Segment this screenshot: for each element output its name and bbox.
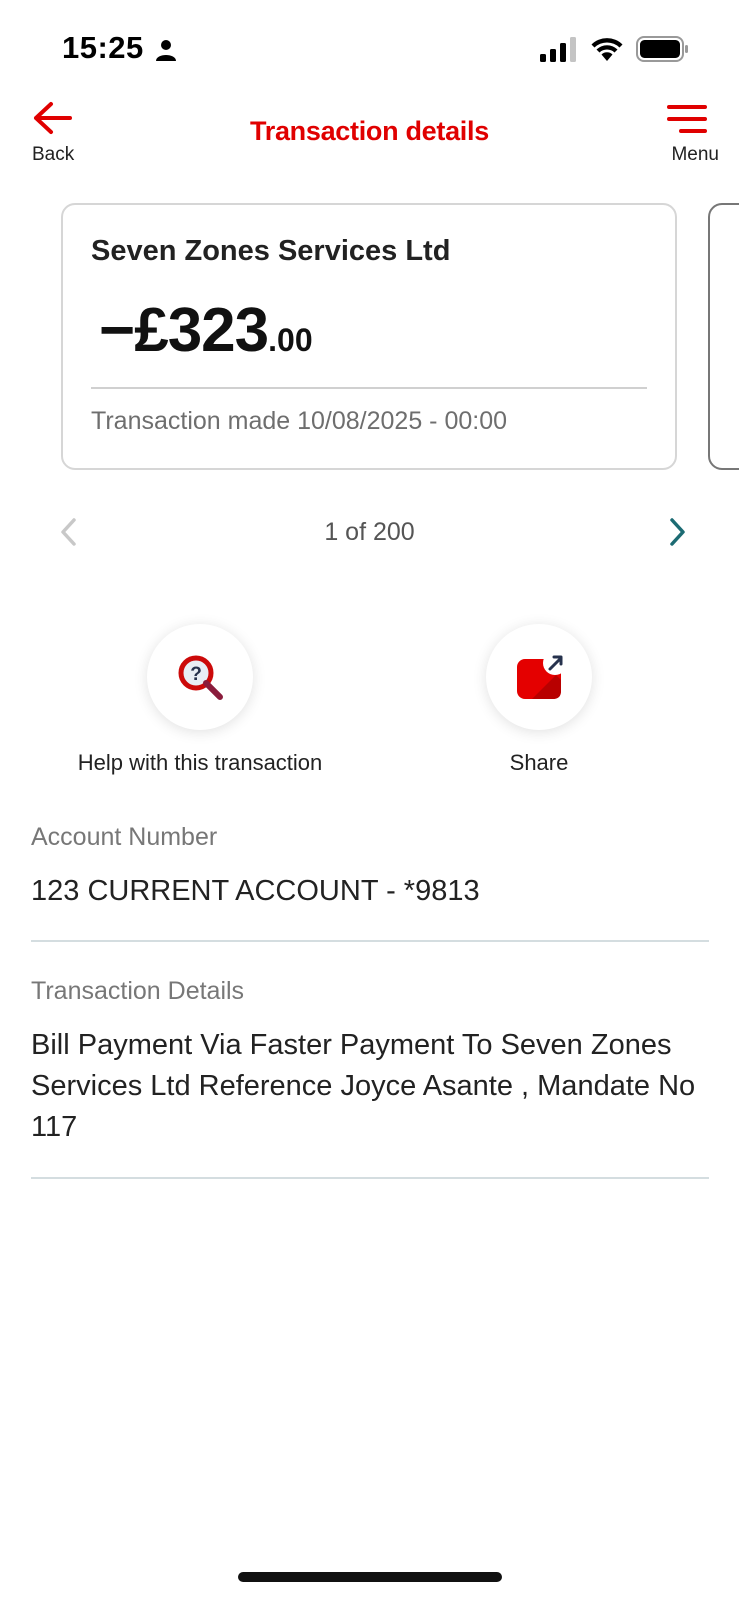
cellular-signal-icon — [540, 37, 576, 62]
menu-label: Menu — [671, 144, 719, 165]
help-button[interactable]: ? — [147, 624, 253, 730]
hamburger-menu-icon — [667, 105, 707, 133]
help-label: Help with this transaction — [77, 750, 323, 775]
battery-icon — [636, 36, 688, 62]
transaction-amount: −£323.00 — [99, 295, 313, 366]
next-transaction-card[interactable] — [708, 203, 739, 470]
card-divider — [91, 387, 647, 389]
transaction-details-value: Bill Payment Via Faster Payment To Seven… — [31, 1029, 696, 1143]
share-label: Share — [509, 750, 569, 775]
header: Back Transaction details Menu — [0, 96, 739, 196]
status-bar: 15:25 — [0, 0, 739, 96]
merchant-name: Seven Zones Services Ltd — [91, 235, 451, 267]
home-indicator[interactable] — [238, 1572, 502, 1582]
transaction-details-divider — [31, 1177, 709, 1179]
transaction-card[interactable]: Seven Zones Services Ltd −£323.00 Transa… — [61, 203, 677, 470]
screen: 15:25 Back Transaction details Menu Seve… — [0, 0, 739, 1600]
page-title: Transaction details — [250, 116, 489, 146]
back-label: Back — [32, 144, 75, 165]
share-icon — [517, 652, 564, 699]
magnifier-question-icon: ? — [178, 655, 223, 700]
amount-main: −£323 — [99, 296, 269, 365]
svg-text:?: ? — [190, 664, 202, 685]
pager-position: 1 of 200 — [324, 518, 415, 546]
menu-button[interactable]: Menu — [649, 96, 719, 176]
person-icon — [156, 40, 176, 61]
status-time: 15:25 — [62, 30, 144, 65]
amount-pence: .00 — [268, 322, 313, 358]
transaction-date: Transaction made 10/08/2025 - 00:00 — [91, 407, 508, 435]
account-number-value: 123 CURRENT ACCOUNT - *9813 — [31, 875, 480, 907]
account-divider — [31, 940, 709, 942]
account-number-label: Account Number — [31, 823, 218, 851]
chevron-right-icon[interactable] — [658, 514, 694, 550]
transaction-details-label: Transaction Details — [31, 977, 245, 1005]
transaction-pager: 1 of 200 — [0, 508, 739, 558]
wifi-icon — [591, 38, 623, 61]
help-with-transaction-action[interactable]: ? Help with this transaction — [40, 624, 360, 776]
share-action[interactable]: Share — [379, 624, 699, 776]
share-button[interactable] — [486, 624, 592, 730]
